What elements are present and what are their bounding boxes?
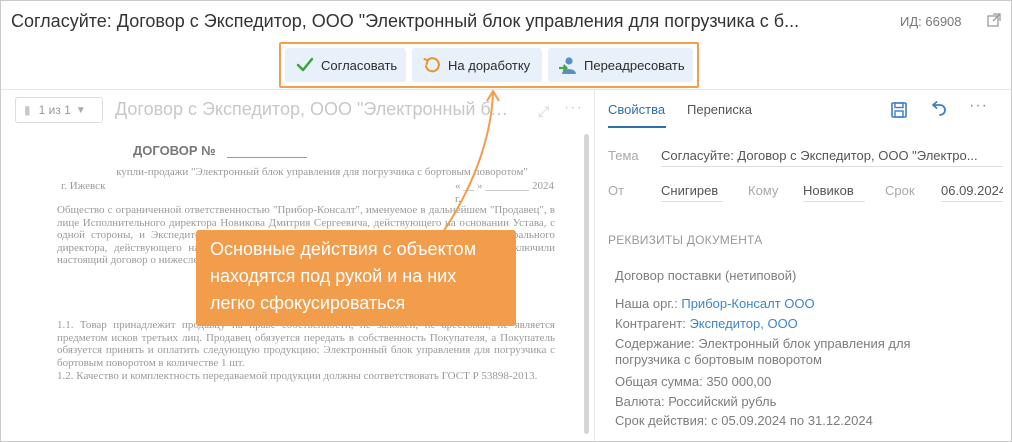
expand-icon[interactable]: ⤢ [538, 103, 549, 120]
counterparty-label: Контрагент: [615, 316, 686, 331]
more-options-icon[interactable]: ··· [969, 97, 988, 115]
document-card-window: Согласуйте: Договор с Экспедитор, ООО "Э… [0, 0, 1012, 442]
counterparty-row: Контрагент: Экспедитор, ООО [615, 316, 798, 332]
action-toolbar: Согласовать На доработку Переадресовать [279, 42, 699, 88]
readdress-button[interactable]: Переадресовать [548, 48, 693, 82]
contract-subheading: купли-продажи "Электронный блок управлен… [116, 166, 528, 178]
paperclip-icon: ▮ [24, 103, 31, 117]
approve-button[interactable]: Согласовать [285, 48, 406, 82]
save-icon[interactable] [891, 102, 907, 118]
tab-properties[interactable]: Свойства [608, 102, 665, 117]
document-details-heading: РЕКВИЗИТЫ ДОКУМЕНТА [608, 233, 763, 247]
to-field[interactable]: Новиков [803, 183, 865, 202]
document-title: Договор с Экспедитор, ООО "Электронный б… [115, 99, 515, 119]
active-tab-indicator [608, 126, 666, 128]
chevron-down-icon: ▼ [75, 104, 86, 116]
contract-city: г. Ижевск [61, 180, 106, 192]
from-field[interactable]: Снигирев [661, 183, 723, 202]
from-label: От [608, 183, 625, 198]
user-forward-icon [558, 55, 578, 75]
subject-field[interactable]: Согласуйте: Договор с Экспедитор, ООО "Э… [661, 148, 1003, 167]
content-description: Содержание: Электронный блок управления … [615, 336, 911, 367]
hint-callout: Основные действия с объектом находятся п… [196, 230, 516, 326]
send-for-rework-label: На доработку [448, 57, 531, 73]
contract-number-line [227, 157, 307, 158]
validity-period: Срок действия: с 05.09.2024 по 31.12.202… [615, 413, 873, 428]
due-date-field[interactable]: 06.09.2024 [941, 183, 1003, 202]
total-amount: Общая сумма: 350 000,00 [615, 374, 772, 389]
page-selector[interactable]: ▮ 1 из 1 ▼ [15, 97, 103, 123]
contract-date: « __ » ________ 2024 г. [455, 180, 554, 205]
card-title: Согласуйте: Договор с Экспедитор, ООО "Э… [11, 11, 800, 31]
our-organization-label: Наша орг.: [615, 296, 678, 311]
due-date-label: Срок [885, 183, 915, 198]
properties-pane: Свойства Переписка ··· Тема Согласуйте: … [595, 90, 1011, 441]
properties-tabs: Свойства Переписка ··· [595, 90, 1011, 130]
document-type: Договор поставки (нетиповой) [615, 268, 797, 283]
document-toolbar: ▮ 1 из 1 ▼ Договор с Экспедитор, ООО "Эл… [1, 90, 594, 130]
open-external-icon[interactable] [987, 13, 1001, 27]
document-id: ИД: 66908 [900, 14, 962, 29]
send-for-rework-button[interactable]: На доработку [412, 48, 542, 82]
our-organization-row: Наша орг.: Прибор-Консалт ООО [615, 296, 815, 312]
card-header: Согласуйте: Договор с Экспедитор, ООО "Э… [1, 1, 1011, 41]
currency: Валюта: Российский рубль [615, 394, 777, 409]
contract-heading: ДОГОВОР № [133, 143, 216, 158]
contract-clause-1-1: 1.1. Товар принадлежит продавцу на праве… [57, 319, 555, 369]
document-scrollbar[interactable] [584, 134, 589, 434]
rework-arrow-icon [422, 55, 442, 75]
counterparty-link[interactable]: Экспедитор, ООО [689, 316, 797, 331]
subject-label: Тема [608, 148, 639, 163]
to-label: Кому [748, 183, 779, 198]
checkmark-icon [295, 55, 315, 75]
page-indicator: 1 из 1 [38, 103, 71, 117]
more-options-icon[interactable]: ··· [564, 99, 583, 117]
approve-button-label: Согласовать [321, 57, 398, 73]
contract-clause-1-2: 1.2. Качество и комплектность передаваем… [57, 370, 538, 382]
readdress-button-label: Переадресовать [584, 57, 685, 73]
undo-icon[interactable] [929, 101, 947, 117]
tab-correspondence[interactable]: Переписка [687, 102, 752, 117]
our-organization-link[interactable]: Прибор-Консалт ООО [681, 296, 814, 311]
